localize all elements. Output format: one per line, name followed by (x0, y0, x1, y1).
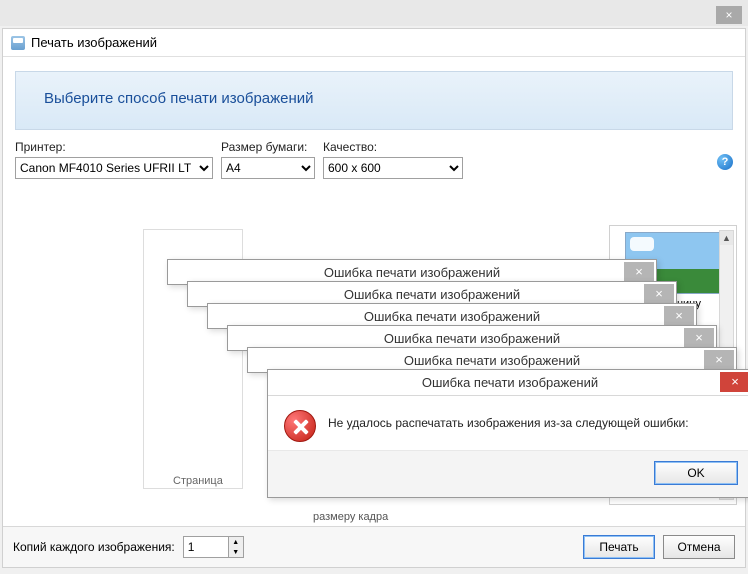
error-dialog-top: Ошибка печати изображений × Не удалось р… (267, 369, 748, 498)
paper-size-select[interactable]: A4 (221, 157, 315, 179)
scroll-up-icon[interactable]: ▲ (720, 231, 733, 245)
quality-select[interactable]: 600 x 600 (323, 157, 463, 179)
quality-label: Качество: (323, 140, 463, 154)
error-close-button[interactable]: × (664, 306, 694, 326)
error-close-button[interactable]: × (624, 262, 654, 282)
printer-icon (11, 36, 25, 50)
quality-field: Качество: 600 x 600 (323, 140, 463, 179)
error-body: Не удалось распечатать изображения из-за… (268, 396, 748, 450)
error-close-button[interactable]: × (684, 328, 714, 348)
copies-spinner[interactable]: ▲ ▼ (183, 536, 244, 558)
copies-up-button[interactable]: ▲ (228, 537, 243, 547)
dialog-titlebar: Печать изображений (3, 29, 745, 57)
printer-select[interactable]: Canon MF4010 Series UFRII LT (15, 157, 213, 179)
error-close-button[interactable]: × (720, 372, 748, 392)
error-message: Не удалось распечатать изображения из-за… (328, 410, 689, 430)
error-button-row: OK (268, 450, 748, 497)
error-close-button[interactable]: × (644, 284, 674, 304)
help-icon[interactable]: ? (717, 154, 733, 170)
ok-button[interactable]: OK (654, 461, 738, 485)
copies-down-button[interactable]: ▼ (228, 547, 243, 557)
print-pictures-dialog: Печать изображений Выберите способ печат… (2, 28, 746, 568)
dialog-title: Печать изображений (31, 35, 157, 50)
copies-label: Копий каждого изображения: (13, 540, 175, 554)
printer-field: Принтер: Canon MF4010 Series UFRII LT (15, 140, 213, 179)
parent-window-chrome: × (0, 0, 748, 26)
error-icon (284, 410, 316, 442)
error-close-button[interactable]: × (704, 350, 734, 370)
dialog-footer: Копий каждого изображения: ▲ ▼ Печать От… (3, 526, 745, 567)
instruction-banner: Выберите способ печати изображений (15, 71, 733, 130)
fit-to-frame-label: размеру кадра (313, 511, 388, 523)
page-label: Страница (173, 475, 223, 487)
settings-row: Принтер: Canon MF4010 Series UFRII LT Ра… (3, 130, 745, 187)
paper-field: Размер бумаги: A4 (221, 140, 315, 179)
printer-label: Принтер: (15, 140, 213, 154)
print-button[interactable]: Печать (583, 535, 655, 559)
cancel-button[interactable]: Отмена (663, 535, 735, 559)
copies-input[interactable] (184, 537, 228, 557)
parent-close-button[interactable]: × (716, 6, 742, 24)
error-title: Ошибка печати изображений × (268, 370, 748, 396)
paper-size-label: Размер бумаги: (221, 140, 315, 154)
